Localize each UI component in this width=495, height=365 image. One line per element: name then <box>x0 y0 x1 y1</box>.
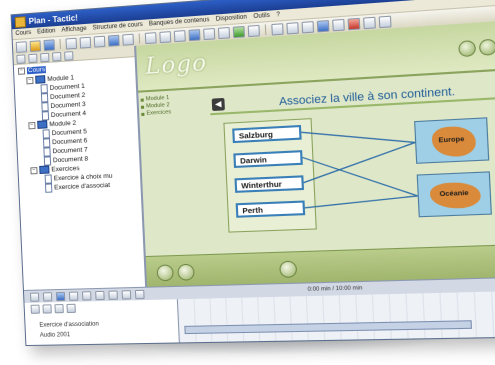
module-icon <box>35 75 46 84</box>
document-icon <box>40 93 49 103</box>
track-up-icon[interactable] <box>54 304 64 314</box>
continent-europe[interactable]: Europe <box>414 117 490 164</box>
track-down-icon[interactable] <box>66 303 76 314</box>
menu-outils[interactable]: Outils <box>253 13 270 20</box>
tree-label: Module 1 <box>47 73 75 83</box>
tree-up-icon[interactable] <box>40 52 50 62</box>
paste-icon[interactable] <box>93 35 106 48</box>
menu-edition[interactable]: Edition <box>37 28 56 35</box>
timeline-tracks: Exercice d'association Audio 2001 <box>24 299 180 346</box>
exercise-icon <box>44 183 53 193</box>
copy-icon[interactable] <box>79 36 92 49</box>
tree-label: Cours <box>26 66 47 75</box>
timeline-toolbar <box>30 303 76 314</box>
scene: Plan - Tactic! Cours Edition Affichage S… <box>0 0 495 365</box>
document-icon <box>41 102 49 112</box>
document-icon <box>41 111 50 121</box>
course-stage: Logo Module 1 Module 2 Exercices ◀ Assoc… <box>136 19 495 288</box>
loop-icon[interactable] <box>134 289 145 299</box>
link-line <box>305 196 419 208</box>
document-icon <box>42 129 50 139</box>
zoom-icon[interactable] <box>378 15 392 28</box>
menu-structure[interactable]: Structure de cours <box>93 22 143 32</box>
tree-label: Module 2 <box>49 119 77 128</box>
tree-add-icon[interactable] <box>16 53 26 64</box>
continent-oceanie[interactable]: Océanie <box>416 171 492 218</box>
timeline-track-exercise[interactable]: Exercice d'association <box>39 321 99 328</box>
timeline-track-audio[interactable]: Audio 2001 <box>40 332 71 339</box>
menu-cours[interactable]: Cours <box>15 30 31 37</box>
tree-down-icon[interactable] <box>52 51 62 62</box>
toolbar-separator <box>59 38 61 49</box>
toolbar-separator <box>264 24 267 35</box>
menu-help[interactable]: ? <box>276 12 280 19</box>
print-icon[interactable] <box>144 31 157 44</box>
collapse-icon[interactable]: − <box>30 166 38 174</box>
app-window: Plan - Tactic! Cours Edition Affichage S… <box>10 0 495 347</box>
step-back-icon[interactable] <box>42 291 53 302</box>
video-icon[interactable] <box>232 25 245 38</box>
tree-label: Exercice d'associat <box>54 181 111 192</box>
tree-item-cours[interactable]: − Cours <box>17 66 47 75</box>
menu-disposition[interactable]: Disposition <box>216 14 247 22</box>
workspace: − Cours − Module 1 Document 1 Document 2 <box>13 19 495 290</box>
collapse-icon[interactable]: − <box>17 67 26 75</box>
track-remove-icon[interactable] <box>42 304 52 314</box>
step-forward-icon[interactable] <box>95 290 105 300</box>
collapse-icon[interactable]: − <box>28 121 36 129</box>
time-readout: 0:00 min / 10:00 min <box>307 285 363 293</box>
table-icon[interactable] <box>247 24 260 37</box>
document-icon <box>42 138 51 148</box>
font-icon[interactable] <box>363 16 376 29</box>
app-icon <box>14 15 26 28</box>
track-add-icon[interactable] <box>30 304 40 314</box>
document-icon <box>40 84 48 94</box>
exercise-icon <box>44 174 52 184</box>
link-icon[interactable] <box>332 18 345 31</box>
tree-label: Document 8 <box>52 155 89 165</box>
module-icon <box>39 165 50 174</box>
open-folder-icon[interactable] <box>29 39 41 52</box>
link-line <box>301 126 415 148</box>
text-icon[interactable] <box>203 27 216 40</box>
toolbar-separator <box>138 33 141 44</box>
prev-page-button[interactable] <box>156 264 174 282</box>
undo-icon[interactable] <box>107 34 120 47</box>
tree-label: Document 4 <box>50 110 87 120</box>
preview-icon[interactable] <box>173 29 186 42</box>
window-title: Plan - Tactic! <box>28 12 79 26</box>
cut-icon[interactable] <box>65 37 78 50</box>
fast-forward-icon[interactable] <box>108 290 118 300</box>
course-tree: − Cours − Module 1 Document 1 Document 2 <box>13 45 148 290</box>
align-icon[interactable] <box>271 22 284 36</box>
document-icon <box>43 156 52 166</box>
pause-icon[interactable] <box>68 291 79 301</box>
audio-icon[interactable] <box>217 26 231 39</box>
next-page-button[interactable] <box>177 263 195 281</box>
collapse-icon[interactable]: − <box>26 76 34 84</box>
grid-icon[interactable] <box>286 21 299 34</box>
tree-props-icon[interactable] <box>64 50 74 61</box>
help-icon[interactable] <box>159 30 172 43</box>
record-icon[interactable] <box>121 289 132 300</box>
save-icon[interactable] <box>43 38 55 51</box>
menu-affichage[interactable]: Affichage <box>61 26 86 34</box>
layer-icon[interactable] <box>301 20 315 33</box>
stop-icon[interactable] <box>81 290 92 301</box>
validate-button[interactable] <box>279 260 298 278</box>
image-icon[interactable] <box>188 28 201 41</box>
document-icon <box>43 147 51 157</box>
color-icon[interactable] <box>316 19 330 32</box>
delete-icon[interactable] <box>347 17 361 30</box>
tree-label: Exercices <box>51 164 80 173</box>
new-icon[interactable] <box>15 40 28 53</box>
rewind-icon[interactable] <box>29 292 40 302</box>
timeline-grid <box>178 290 495 343</box>
module-icon <box>37 120 48 129</box>
play-icon[interactable] <box>55 291 66 301</box>
tree-remove-icon[interactable] <box>28 53 38 63</box>
redo-icon[interactable] <box>122 33 134 46</box>
tree-item-exercice-association[interactable]: Exercice d'associat <box>44 181 111 193</box>
